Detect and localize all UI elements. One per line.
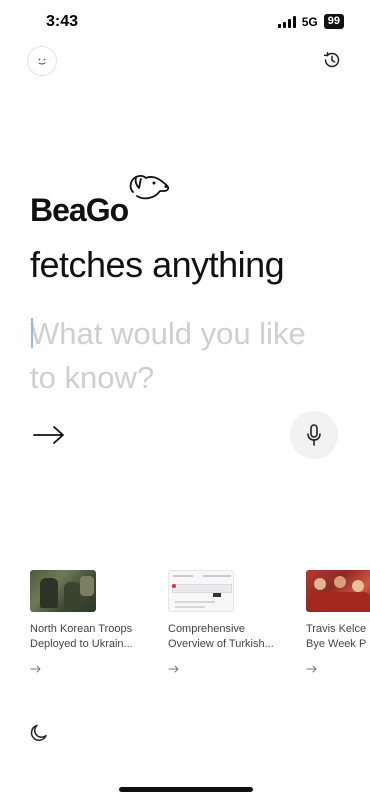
profile-button[interactable] — [27, 46, 57, 76]
card-title: North Korean Troops Deployed to Ukrain..… — [30, 623, 133, 650]
history-icon — [323, 52, 340, 68]
text-caret — [31, 318, 33, 348]
brand-name: BeaGo — [30, 192, 129, 228]
status-indicators: 5G 99 — [277, 14, 344, 29]
card-thumbnail — [168, 570, 234, 612]
signal-icon — [277, 15, 296, 28]
home-indicator[interactable] — [119, 787, 253, 792]
tagline: fetches anything — [30, 244, 285, 285]
suggestion-card[interactable]: Travis Kelce Bye Week P — [306, 570, 370, 680]
suggestion-card[interactable]: Comprehensive Overview of Turkish... — [168, 570, 298, 680]
card-thumbnail — [306, 570, 370, 612]
suggestion-card[interactable]: North Korean Troops Deployed to Ukrain..… — [30, 570, 160, 680]
arrow-right-icon — [306, 665, 317, 673]
status-time: 3:43 — [46, 13, 79, 30]
smiley-face-icon — [38, 58, 46, 65]
dog-head-icon — [129, 175, 170, 200]
network-type: 5G — [301, 14, 318, 29]
suggestion-cards: North Korean Troops Deployed to Ukrain..… — [30, 570, 370, 680]
battery-level: 99 — [323, 14, 344, 29]
history-button[interactable] — [320, 48, 344, 72]
status-bar: 3:43 5G 99 — [0, 0, 370, 44]
arrow-right-icon — [30, 665, 41, 673]
voice-input-button[interactable] — [290, 411, 338, 459]
card-title: Comprehensive Overview of Turkish... — [168, 623, 274, 650]
brand-logo: BeaGo — [30, 170, 190, 230]
microphone-icon — [307, 424, 321, 446]
moon-icon — [30, 724, 47, 741]
card-thumbnail — [30, 570, 96, 612]
theme-toggle-button[interactable] — [28, 722, 50, 744]
card-title: Travis Kelce Bye Week P — [306, 623, 367, 650]
search-input[interactable] — [30, 312, 340, 412]
arrow-right-icon — [168, 665, 179, 673]
submit-button[interactable] — [32, 418, 72, 452]
arrow-right-icon — [33, 426, 64, 444]
